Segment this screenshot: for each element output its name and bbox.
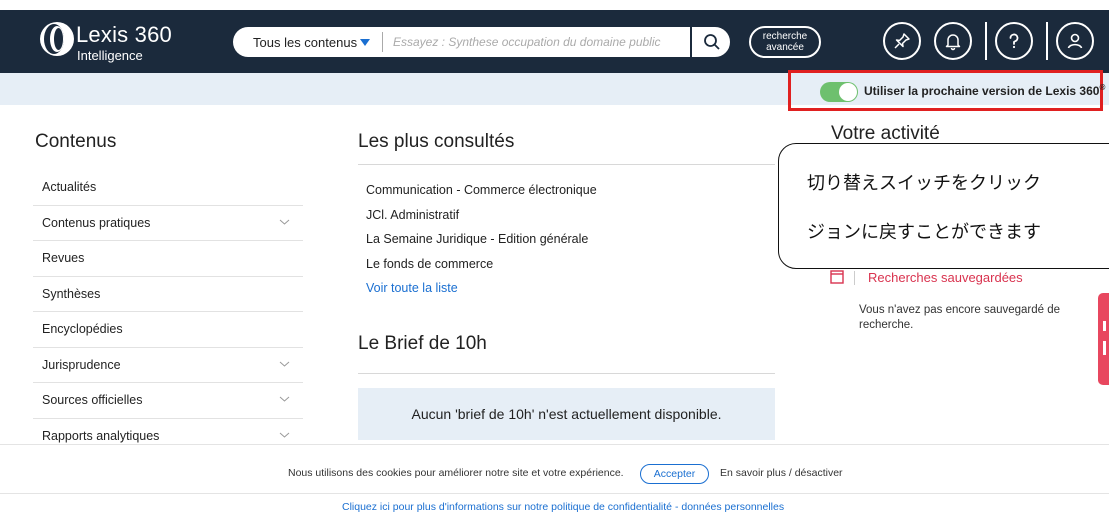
- header-top-border: [0, 0, 1109, 10]
- menu-item-contenus-pratiques[interactable]: Contenus pratiques: [33, 206, 303, 241]
- callout-line-1: 切り替えスイッチをクリック: [807, 173, 1041, 194]
- menu-item-jurisprudence[interactable]: Jurisprudence: [33, 348, 303, 383]
- privacy-policy-link[interactable]: Cliquez ici pour plus d'informations sur…: [342, 501, 784, 513]
- bell-icon: [945, 34, 961, 51]
- advanced-search-label-2: avancée: [766, 42, 804, 53]
- brief-divider: [358, 373, 775, 374]
- lexis-logo-icon: [40, 22, 74, 56]
- activity-heading: Votre activité: [831, 123, 940, 139]
- see-all-link[interactable]: Voir toute la liste: [366, 281, 597, 306]
- menu-item-syntheses[interactable]: Synthèses: [33, 277, 303, 312]
- search-button[interactable]: [692, 27, 730, 57]
- account-button[interactable]: [1056, 22, 1094, 60]
- lexis-logo[interactable]: Lexis 360 Intelligence: [40, 18, 190, 63]
- advanced-search-button[interactable]: recherche avancée: [749, 26, 821, 58]
- annotation-callout: 切り替えスイッチをクリック ジョンに戻すことができます: [778, 143, 1109, 269]
- scope-dropdown-icon[interactable]: [360, 39, 370, 46]
- chevron-down-icon: [279, 432, 290, 438]
- user-icon: [1067, 33, 1083, 49]
- cookie-banner: Nous utilisons des cookies pour améliore…: [0, 444, 1109, 513]
- help-button[interactable]: [995, 22, 1033, 60]
- popular-divider: [358, 164, 775, 165]
- header-divider: [1046, 22, 1048, 60]
- header-divider: [985, 22, 987, 60]
- saved-searches-title[interactable]: Recherches sauvegardées: [868, 270, 1023, 285]
- popular-list: Communication - Commerce électronique JC…: [366, 183, 597, 306]
- cookie-divider: [0, 493, 1109, 494]
- scope-select[interactable]: Tous les contenus: [253, 35, 357, 50]
- feedback-side-tab[interactable]: [1098, 293, 1109, 385]
- logo-subtitle: Intelligence: [77, 48, 143, 63]
- cookie-message: Nous utilisons des cookies pour améliore…: [288, 467, 624, 479]
- version-toggle-label[interactable]: Utiliser la prochaine version de Lexis 3…: [864, 83, 1105, 98]
- chevron-down-icon: [279, 219, 290, 225]
- cookie-more-link[interactable]: En savoir plus / désactiver: [720, 467, 843, 479]
- pin-icon: [894, 33, 910, 49]
- popular-item[interactable]: Le fonds de commerce: [366, 257, 597, 282]
- saved-search-divider: [854, 271, 855, 285]
- version-toggle-switch[interactable]: [820, 82, 858, 102]
- logo-title: Lexis 360: [76, 22, 172, 47]
- contents-menu: Actualités Contenus pratiques Revues Syn…: [33, 170, 303, 454]
- brief-empty-message: Aucun 'brief de 10h' n'est actuellement …: [358, 388, 775, 440]
- contents-heading: Contenus: [35, 131, 117, 152]
- pin-button[interactable]: [883, 22, 921, 60]
- popular-item[interactable]: JCl. Administratif: [366, 208, 597, 233]
- cookie-accept-button[interactable]: Accepter: [640, 464, 709, 484]
- search-divider: [382, 32, 383, 52]
- saved-search-icon: [830, 270, 844, 284]
- advanced-search-label-1: recherche: [762, 31, 808, 42]
- menu-item-revues[interactable]: Revues: [33, 241, 303, 277]
- help-icon: [1009, 33, 1019, 49]
- menu-item-sources-officielles[interactable]: Sources officielles: [33, 383, 303, 419]
- menu-item-actualites[interactable]: Actualités: [33, 170, 303, 206]
- saved-searches-empty: Vous n'avez pas encore sauvegardé de rec…: [859, 304, 1061, 331]
- popular-item[interactable]: Communication - Commerce électronique: [366, 183, 597, 208]
- search-input[interactable]: [393, 27, 683, 57]
- chevron-down-icon: [279, 361, 290, 367]
- search-icon: [704, 34, 720, 50]
- callout-line-2: ジョンに戻すことができます: [807, 222, 1041, 243]
- notifications-button[interactable]: [934, 22, 972, 60]
- version-toggle-highlight: Utiliser la prochaine version de Lexis 3…: [788, 70, 1105, 111]
- popular-item[interactable]: La Semaine Juridique - Edition générale: [366, 232, 597, 257]
- popular-heading: Les plus consultés: [358, 131, 515, 152]
- menu-item-encyclopedies[interactable]: Encyclopédies: [33, 312, 303, 348]
- chevron-down-icon: [279, 396, 290, 402]
- toggle-knob: [839, 83, 857, 101]
- brief-heading: Le Brief de 10h: [358, 333, 487, 354]
- search-bar: Tous les contenus: [233, 27, 690, 57]
